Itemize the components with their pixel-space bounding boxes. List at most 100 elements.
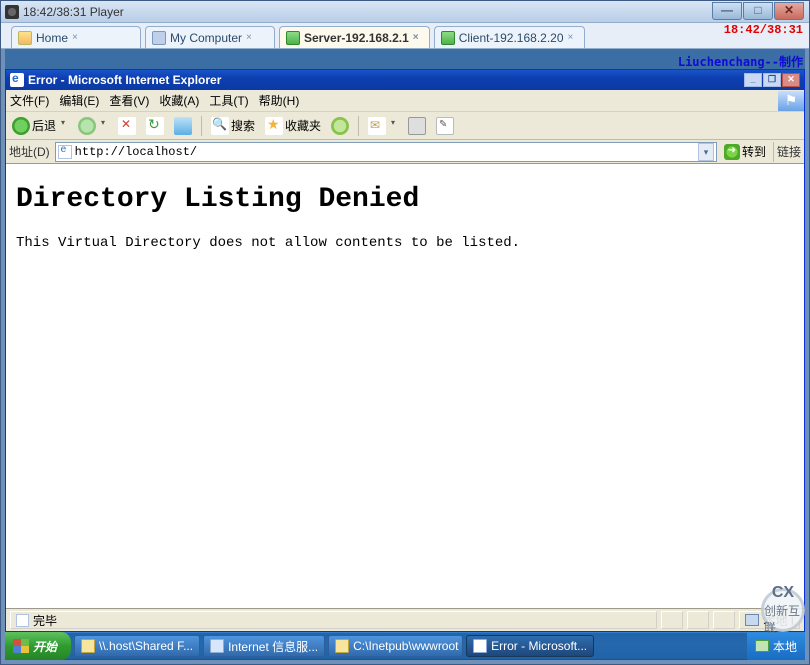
- status-left: 完毕: [10, 611, 657, 629]
- refresh-icon: [146, 117, 164, 135]
- taskbar-item-iis[interactable]: Internet 信息服...: [203, 635, 325, 657]
- stop-button[interactable]: [115, 115, 139, 137]
- favorites-button[interactable]: 收藏夹: [262, 115, 324, 137]
- iis-icon: [210, 639, 224, 653]
- taskbar-item-ie[interactable]: Error - Microsoft...: [466, 635, 594, 657]
- ie-close-button[interactable]: ✕: [782, 73, 800, 87]
- menu-favorites[interactable]: 收藏(A): [159, 92, 199, 109]
- xp-taskbar: 开始 \\.host\Shared F... Internet 信息服... C…: [5, 632, 805, 660]
- tab-close-icon[interactable]: ×: [568, 33, 578, 43]
- status-empty-2: [687, 611, 709, 629]
- menu-file[interactable]: 文件(F): [10, 92, 49, 109]
- ie-titlebar[interactable]: Error - Microsoft Internet Explorer _ ❐ …: [6, 70, 804, 90]
- system-tray[interactable]: 本地: [747, 632, 805, 660]
- overlay-timestamp: 18:42/38:31: [724, 23, 803, 38]
- mail-icon: [368, 117, 386, 135]
- forward-icon: [78, 117, 96, 135]
- toolbar-separator: [358, 116, 359, 136]
- address-dropdown-icon[interactable]: ▾: [698, 143, 714, 161]
- menu-help[interactable]: 帮助(H): [259, 92, 300, 109]
- page-icon: [58, 145, 72, 159]
- chevron-down-icon[interactable]: ▾: [98, 118, 108, 134]
- edit-button[interactable]: [433, 115, 457, 137]
- player-icon: [5, 5, 19, 19]
- ie-window-controls: _ ❐ ✕: [744, 73, 800, 87]
- player-title: 18:42/38:31 Player: [23, 5, 124, 19]
- taskbar-label: Internet 信息服...: [228, 638, 318, 655]
- print-button[interactable]: [405, 115, 429, 137]
- home-button[interactable]: [171, 115, 195, 137]
- computer-icon: [152, 31, 166, 45]
- ie-window: Error - Microsoft Internet Explorer _ ❐ …: [5, 69, 805, 632]
- ie-restore-button[interactable]: ❐: [763, 73, 781, 87]
- watermark-cx: CX: [772, 584, 794, 602]
- overlay-author: Liuchenchang--制作: [678, 53, 803, 70]
- status-empty-3: [713, 611, 735, 629]
- folder-icon: [335, 639, 349, 653]
- ie-addressbar: 地址(D) ▾ ➜ 转到 链接: [6, 140, 804, 164]
- taskbar-item-wwwroot[interactable]: C:\Inetpub\wwwroot: [328, 635, 463, 657]
- toolbar-separator: [201, 116, 202, 136]
- address-label: 地址(D): [9, 143, 52, 160]
- mail-button[interactable]: ▾: [365, 115, 401, 137]
- tab-close-icon[interactable]: ×: [246, 33, 256, 43]
- ie-content: Directory Listing Denied This Virtual Di…: [6, 164, 804, 609]
- go-icon: ➜: [724, 144, 740, 160]
- taskbar-label: C:\Inetpub\wwwroot: [353, 639, 458, 653]
- taskbar-label: \\.host\Shared F...: [99, 639, 193, 653]
- forward-button[interactable]: ▾: [75, 115, 111, 137]
- tab-client[interactable]: Client-192.168.2.20 ×: [434, 26, 585, 48]
- go-button[interactable]: ➜ 转到: [720, 142, 770, 162]
- taskbar-label: Error - Microsoft...: [491, 639, 587, 653]
- ie-throbber-icon: ⚑: [778, 91, 804, 111]
- refresh-button[interactable]: [143, 115, 167, 137]
- ie-minimize-button[interactable]: _: [744, 73, 762, 87]
- stop-icon: [118, 117, 136, 135]
- tab-my-computer[interactable]: My Computer ×: [145, 26, 275, 48]
- history-button[interactable]: [328, 115, 352, 137]
- edit-icon: [436, 117, 454, 135]
- minimize-button[interactable]: —: [712, 2, 742, 20]
- watermark-text: 创新互联: [764, 602, 802, 636]
- favorites-label: 收藏夹: [285, 117, 321, 134]
- close-button[interactable]: ✕: [774, 2, 804, 20]
- window-controls: — □ ✕: [711, 2, 804, 20]
- tab-label: Home: [36, 31, 68, 45]
- start-button[interactable]: 开始: [5, 632, 71, 660]
- taskbar-item-shared[interactable]: \\.host\Shared F...: [74, 635, 200, 657]
- ie-menubar: 文件(F) 编辑(E) 查看(V) 收藏(A) 工具(T) 帮助(H) ⚑: [6, 90, 804, 112]
- tab-close-icon[interactable]: ×: [413, 33, 423, 43]
- home-icon: [174, 117, 192, 135]
- error-body: This Virtual Directory does not allow co…: [16, 235, 794, 251]
- server-icon: [286, 31, 300, 45]
- ie-icon: [10, 73, 24, 87]
- network-icon: [755, 640, 769, 652]
- player-titlebar: 18:42/38:31 Player — □ ✕: [1, 1, 809, 23]
- maximize-button[interactable]: □: [743, 2, 773, 20]
- links-label[interactable]: 链接: [773, 142, 801, 162]
- tab-server[interactable]: Server-192.168.2.1 ×: [279, 26, 430, 48]
- player-window: 18:42/38:31 Player — □ ✕ Home × My Compu…: [0, 0, 810, 665]
- chevron-down-icon[interactable]: ▾: [388, 118, 398, 134]
- vm-desktop-area: Error - Microsoft Internet Explorer _ ❐ …: [5, 49, 805, 660]
- error-heading: Directory Listing Denied: [16, 184, 794, 215]
- tab-home[interactable]: Home ×: [11, 26, 141, 48]
- ie-icon: [473, 639, 487, 653]
- back-button[interactable]: 后退 ▾: [9, 115, 71, 137]
- back-icon: [12, 117, 30, 135]
- address-input[interactable]: [75, 145, 695, 159]
- folder-icon: [81, 639, 95, 653]
- tab-close-icon[interactable]: ×: [72, 33, 82, 43]
- go-label: 转到: [742, 143, 766, 160]
- menu-tools[interactable]: 工具(T): [209, 92, 248, 109]
- menu-edit[interactable]: 编辑(E): [59, 92, 99, 109]
- chevron-down-icon[interactable]: ▾: [58, 118, 68, 134]
- menu-view[interactable]: 查看(V): [109, 92, 149, 109]
- tab-label: Client-192.168.2.20: [459, 31, 564, 45]
- address-box[interactable]: ▾: [55, 142, 717, 162]
- player-tabs: Home × My Computer × Server-192.168.2.1 …: [1, 23, 809, 49]
- ie-window-title: Error - Microsoft Internet Explorer: [28, 73, 221, 87]
- history-icon: [331, 117, 349, 135]
- star-icon: [265, 117, 283, 135]
- search-button[interactable]: 搜索: [208, 115, 258, 137]
